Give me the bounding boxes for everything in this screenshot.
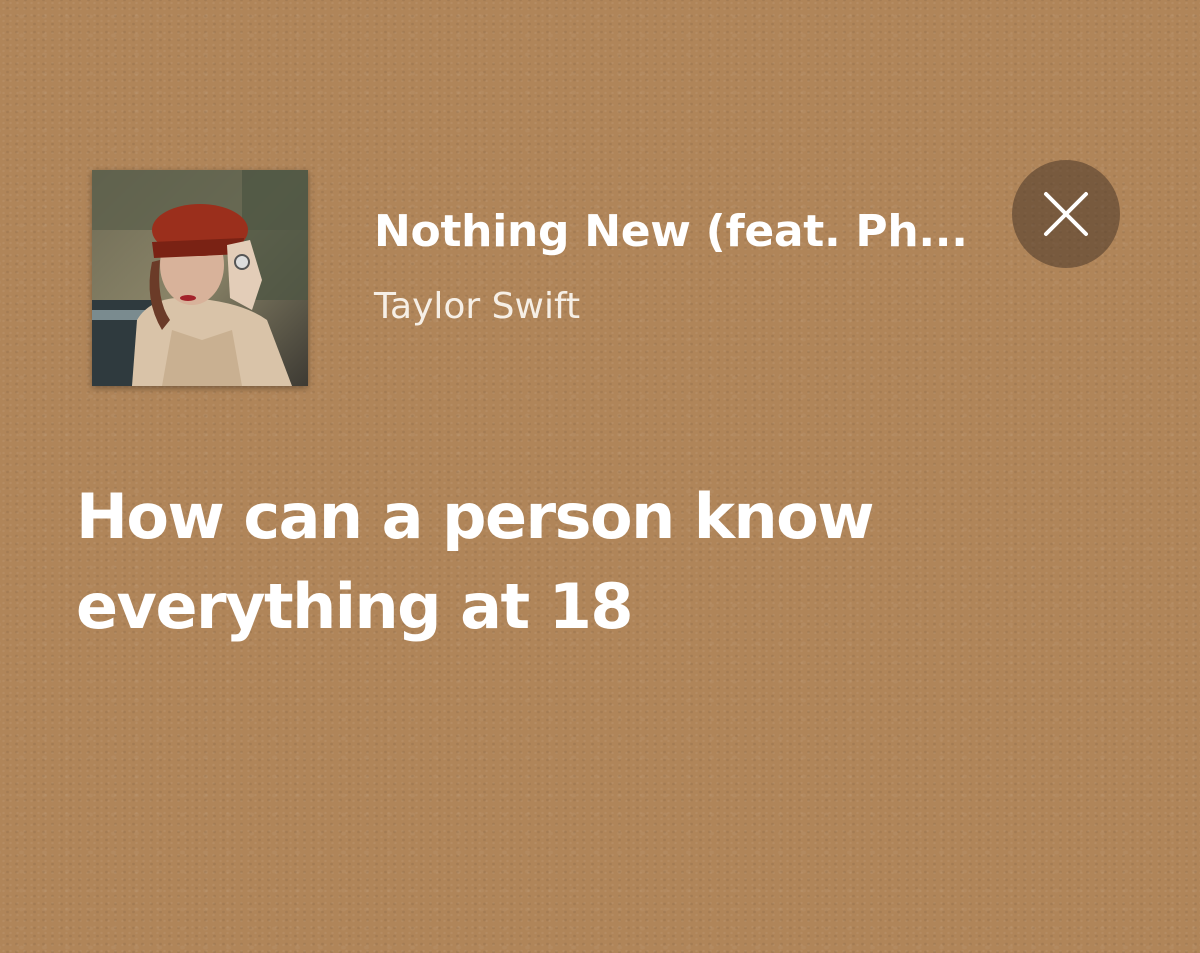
track-title: Nothing New (feat. Ph...	[374, 206, 968, 257]
lyric-line-1: How can a person know	[76, 480, 875, 553]
lyric-line-2: everything at 18	[76, 570, 633, 643]
lyric-text: How can a person know everything at 18	[76, 472, 1156, 652]
close-icon	[1044, 192, 1088, 236]
album-art-image	[92, 170, 308, 386]
lyrics-share-card: Nothing New (feat. Ph... Taylor Swift Ho…	[0, 0, 1200, 953]
track-artist: Taylor Swift	[374, 286, 581, 327]
close-button[interactable]	[1012, 160, 1120, 268]
album-cover	[92, 170, 308, 386]
